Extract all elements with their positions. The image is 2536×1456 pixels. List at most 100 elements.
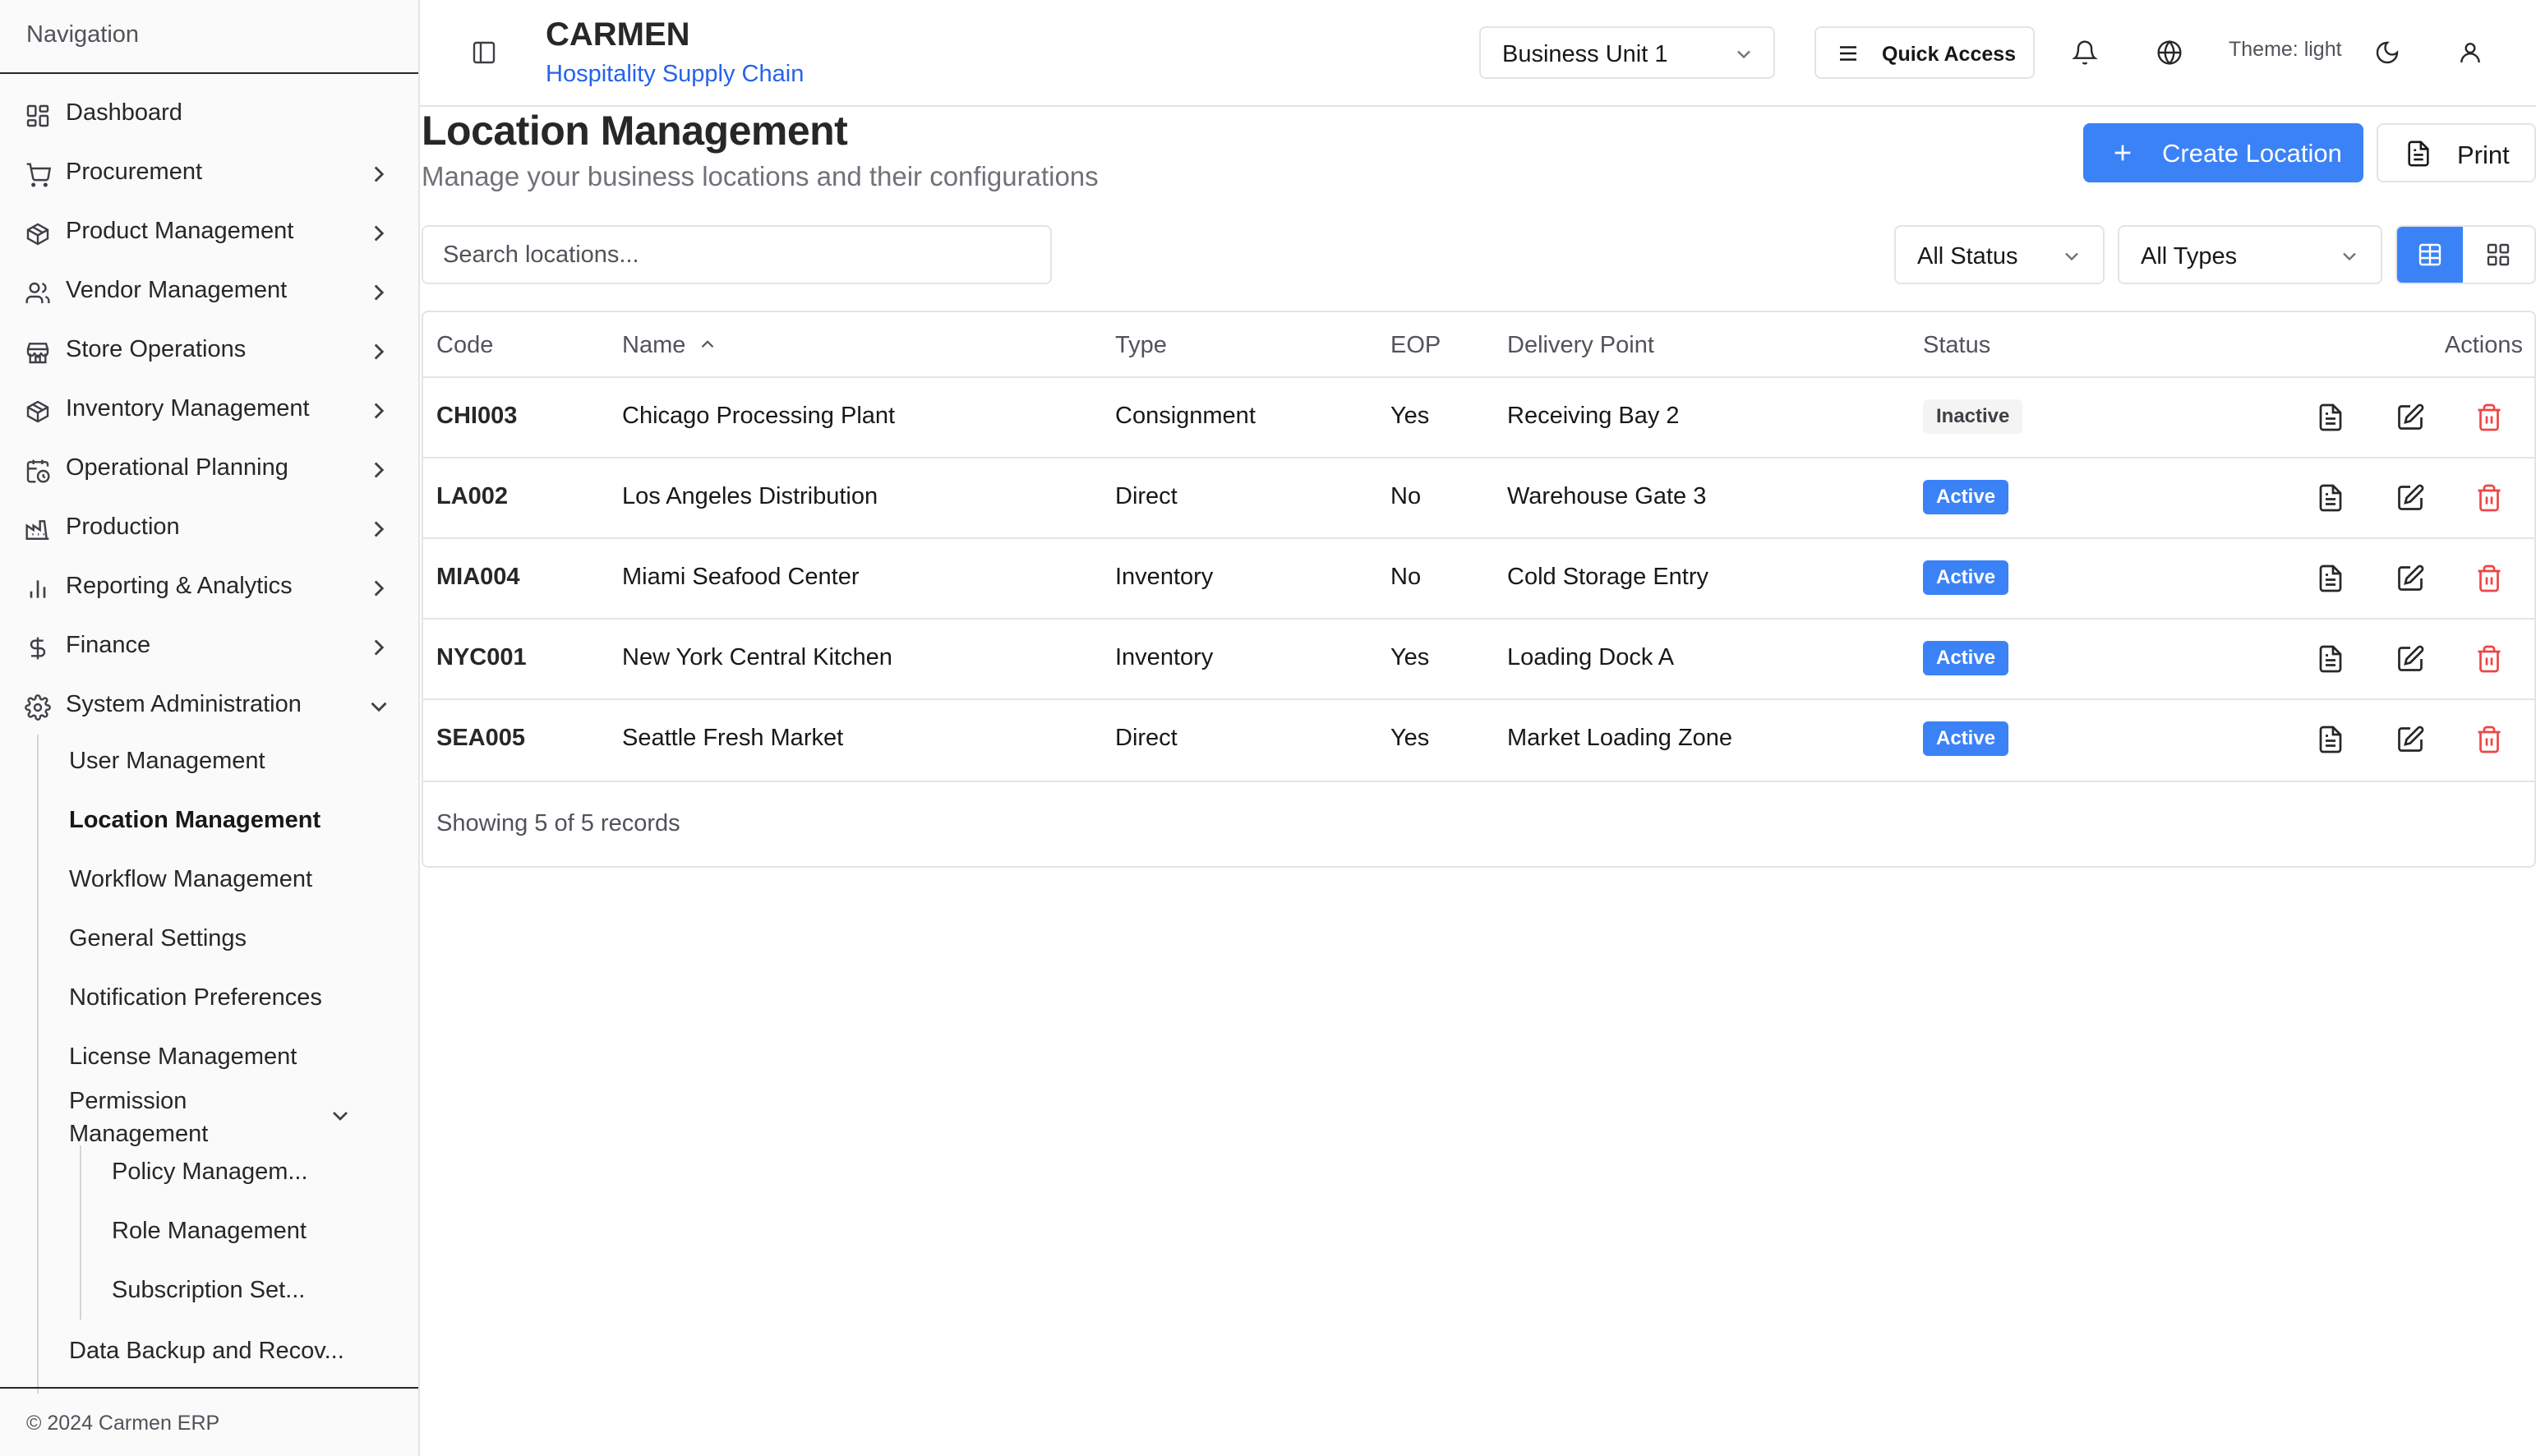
delete-icon[interactable] <box>2474 403 2504 432</box>
view-details-icon[interactable] <box>2316 483 2345 513</box>
table-row[interactable]: LA002 Los Angeles Distribution Direct No… <box>423 457 2534 537</box>
view-details-icon[interactable] <box>2316 644 2345 674</box>
theme-toggle-button[interactable] <box>2364 30 2410 76</box>
status-filter-value: All Status <box>1917 243 2018 270</box>
chevron-right-icon <box>374 284 385 301</box>
sidebar-subitem-role-management[interactable]: Role Management <box>112 1218 307 1245</box>
column-header-code[interactable]: Code <box>436 332 493 359</box>
grid-view-button[interactable] <box>2465 227 2534 283</box>
sidebar-item-label: Dashboard <box>66 99 182 126</box>
chevron-right-icon <box>374 343 385 360</box>
delete-icon[interactable] <box>2474 644 2504 674</box>
sidebar-item-inventory-management[interactable]: Inventory Management <box>0 379 418 438</box>
table-row[interactable]: MIA004 Miami Seafood Center Inventory No… <box>423 537 2534 618</box>
edit-icon[interactable] <box>2395 725 2425 754</box>
status-filter-select[interactable]: All Status <box>1894 225 2105 284</box>
sidebar-item-label: Production <box>66 514 180 540</box>
sidebar-subitem-data-backup[interactable]: Data Backup and Recov... <box>69 1338 344 1365</box>
column-header-type[interactable]: Type <box>1115 332 1167 359</box>
delete-icon[interactable] <box>2474 725 2504 754</box>
globe-icon <box>2157 39 2182 66</box>
search-input[interactable] <box>422 225 1052 284</box>
table-view-button[interactable] <box>2397 227 2463 283</box>
moon-icon <box>2376 41 2399 64</box>
quick-access-button[interactable]: Quick Access <box>1814 26 2035 79</box>
chevron-right-icon <box>374 166 385 182</box>
sidebar-toggle-button[interactable] <box>461 30 507 76</box>
cell-delivery-point: Cold Storage Entry <box>1507 564 1709 590</box>
column-header-name[interactable]: Name <box>622 332 718 359</box>
view-details-icon[interactable] <box>2316 725 2345 754</box>
package-icon <box>26 400 49 423</box>
table-row[interactable]: NYC001 New York Central Kitchen Inventor… <box>423 618 2534 698</box>
sidebar-subitem-license-management[interactable]: License Management <box>69 1044 297 1071</box>
cell-eop: Yes <box>1390 644 1430 670</box>
sidebar-subitem-general-settings[interactable]: General Settings <box>69 925 247 952</box>
sidebar-subitem-user-management[interactable]: User Management <box>69 748 265 775</box>
sidebar-heading: Navigation <box>26 21 140 48</box>
sidebar-item-operational-planning[interactable]: Operational Planning <box>0 438 418 497</box>
table-row[interactable]: CHI003 Chicago Processing Plant Consignm… <box>423 376 2534 457</box>
sidebar-item-production[interactable]: Production <box>0 497 418 556</box>
edit-icon[interactable] <box>2395 564 2425 593</box>
sidebar-subitem-workflow-management[interactable]: Workflow Management <box>69 866 312 893</box>
cell-type: Inventory <box>1115 564 1214 590</box>
chevron-down-icon <box>2065 252 2078 261</box>
cell-code: MIA004 <box>436 564 520 590</box>
cell-code: CHI003 <box>436 403 518 429</box>
cell-delivery-point: Warehouse Gate 3 <box>1507 483 1707 509</box>
edit-icon[interactable] <box>2395 483 2425 513</box>
sidebar-item-product-management[interactable]: Product Management <box>0 201 418 260</box>
create-location-button[interactable]: Create Location <box>2083 123 2363 182</box>
sidebar-subitem-notification-preferences[interactable]: Notification Preferences <box>69 984 322 1011</box>
topbar: CARMEN Hospitality Supply Chain Business… <box>420 0 2536 107</box>
notifications-button[interactable] <box>2062 30 2108 76</box>
sidebar-subitem-location-management[interactable]: Location Management <box>69 807 320 834</box>
type-filter-value: All Types <box>2141 243 2238 270</box>
sidebar-subitem-permission-management[interactable]: Permission Management <box>69 1083 381 1147</box>
sidebar: Navigation Dashboard Procurement Product… <box>0 0 420 1456</box>
print-button[interactable]: Print <box>2377 123 2536 182</box>
cell-type: Direct <box>1115 725 1178 751</box>
column-header-label: Name <box>622 332 686 358</box>
sidebar-subitem-policy-management[interactable]: Policy Managem... <box>112 1159 308 1186</box>
user-menu-button[interactable] <box>2447 30 2493 76</box>
sidebar-item-label: Reporting & Analytics <box>66 573 293 599</box>
column-header-delivery-point[interactable]: Delivery Point <box>1507 332 1654 359</box>
view-details-icon[interactable] <box>2316 564 2345 593</box>
delete-icon[interactable] <box>2474 564 2504 593</box>
column-header-eop[interactable]: EOP <box>1390 332 1441 359</box>
cell-type: Direct <box>1115 483 1178 509</box>
view-toggle <box>2395 225 2536 284</box>
sidebar-item-store-operations[interactable]: Store Operations <box>0 320 418 379</box>
status-badge: Active <box>1923 721 2009 756</box>
cell-code: NYC001 <box>436 644 527 670</box>
business-unit-select[interactable]: Business Unit 1 <box>1479 26 1775 79</box>
edit-icon[interactable] <box>2395 644 2425 674</box>
sidebar-item-system-administration[interactable]: System Administration <box>0 675 418 734</box>
bell-icon <box>2072 40 2098 65</box>
grid-icon <box>2487 243 2510 266</box>
cell-type: Inventory <box>1115 644 1214 670</box>
cell-code: SEA005 <box>436 725 526 751</box>
cell-eop: Yes <box>1390 725 1430 751</box>
chevron-right-icon <box>374 403 385 419</box>
view-details-icon[interactable] <box>2316 403 2345 432</box>
brand-title: CARMEN <box>546 16 690 53</box>
sidebar-item-dashboard[interactable]: Dashboard <box>0 83 418 142</box>
sidebar-item-finance[interactable]: Finance <box>0 615 418 675</box>
chevron-right-icon <box>374 225 385 242</box>
sidebar-item-procurement[interactable]: Procurement <box>0 142 418 201</box>
sort-ascending-icon <box>702 340 714 348</box>
column-header-status[interactable]: Status <box>1923 332 1990 359</box>
delete-icon[interactable] <box>2474 483 2504 513</box>
table-row[interactable]: SEA005 Seattle Fresh Market Direct Yes M… <box>423 698 2534 779</box>
sidebar-item-reporting-analytics[interactable]: Reporting & Analytics <box>0 556 418 615</box>
language-button[interactable] <box>2146 30 2192 76</box>
edit-icon[interactable] <box>2395 403 2425 432</box>
type-filter-select[interactable]: All Types <box>2118 225 2382 284</box>
sidebar-item-vendor-management[interactable]: Vendor Management <box>0 260 418 320</box>
chevron-right-icon <box>374 639 385 656</box>
chevron-right-icon <box>374 462 385 478</box>
sidebar-subitem-subscription-settings[interactable]: Subscription Set... <box>112 1277 305 1304</box>
